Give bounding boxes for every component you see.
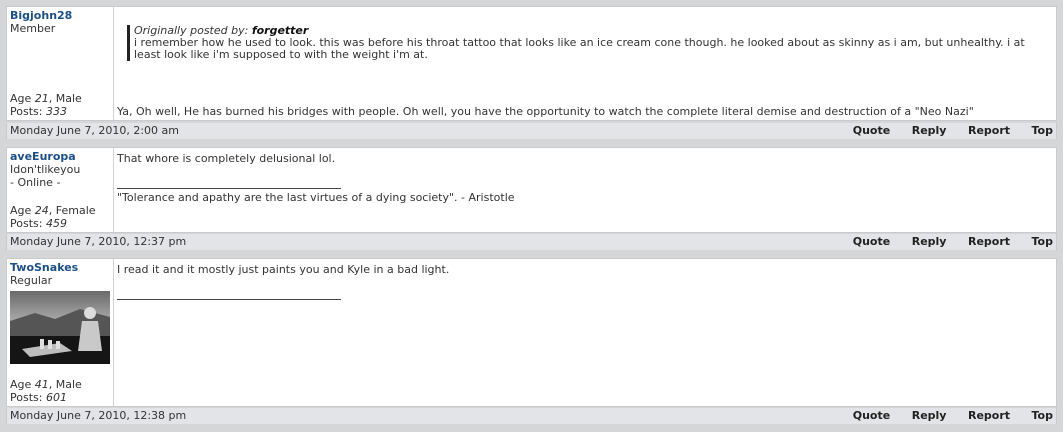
gender: , Female xyxy=(48,204,96,217)
reply-button[interactable]: Reply xyxy=(912,124,947,137)
post-actions: Quote Reply Report Top xyxy=(835,408,1053,424)
post-actions: Quote Reply Report Top xyxy=(835,234,1053,250)
signature-divider xyxy=(117,188,341,189)
top-button[interactable]: Top xyxy=(1032,409,1053,422)
post-message: That whore is completely delusional lol. xyxy=(117,152,336,165)
user-info: aveEuropa Idon'tlikeyou - Online - Age 2… xyxy=(7,148,114,232)
post-actions: Quote Reply Report Top xyxy=(835,123,1053,139)
signature: "Tolerance and apathy are the last virtu… xyxy=(117,191,515,204)
avatar[interactable] xyxy=(10,291,110,364)
user-info: Bigjohn28 Member Age 21, Male Posts: 333 xyxy=(7,7,114,120)
user-title: Member xyxy=(10,22,56,35)
age-value: 41 xyxy=(34,378,49,391)
age-value: 21 xyxy=(34,92,49,105)
quote-block: Originally posted by: forgetter i rememb… xyxy=(127,25,1050,61)
quote-text: i remember how he used to look. this was… xyxy=(134,36,1025,61)
post-date: Monday June 7, 2010, 2:00 am xyxy=(10,124,180,137)
top-button[interactable]: Top xyxy=(1032,124,1053,137)
post-footer: Monday June 7, 2010, 2:00 am Quote Reply… xyxy=(6,123,1057,139)
post-footer: Monday June 7, 2010, 12:37 pm Quote Repl… xyxy=(6,234,1057,250)
age-value: 24 xyxy=(34,204,49,217)
post-2: aveEuropa Idon'tlikeyou - Online - Age 2… xyxy=(6,147,1057,233)
posts-label: Posts: xyxy=(10,391,43,404)
username-link[interactable]: Bigjohn28 xyxy=(10,9,113,22)
age-label: Age xyxy=(10,378,32,391)
user-title: Regular xyxy=(10,274,53,287)
post-body: That whore is completely delusional lol.… xyxy=(117,148,1050,232)
quote-button[interactable]: Quote xyxy=(853,235,890,248)
reply-button[interactable]: Reply xyxy=(912,409,947,422)
post-date: Monday June 7, 2010, 12:38 pm xyxy=(10,409,187,422)
post-body: I read it and it mostly just paints you … xyxy=(117,259,1050,406)
post-message: Ya, Oh well, He has burned his bridges w… xyxy=(117,105,974,118)
top-button[interactable]: Top xyxy=(1032,235,1053,248)
post-count: 333 xyxy=(45,105,67,118)
post-count: 459 xyxy=(45,217,67,230)
signature-divider xyxy=(117,299,341,300)
user-stats: Age 41, Male Posts: 601 xyxy=(10,378,82,404)
user-stats: Age 24, Female Posts: 459 xyxy=(10,204,96,230)
online-status: - Online - xyxy=(10,176,61,189)
username-link[interactable]: aveEuropa xyxy=(10,150,113,163)
post-message: I read it and it mostly just paints you … xyxy=(117,263,450,276)
user-title: Idon'tlikeyou xyxy=(10,163,81,176)
user-stats: Age 21, Male Posts: 333 xyxy=(10,92,82,118)
avatar-image xyxy=(10,291,110,364)
user-info: TwoSnakes Regular Age 41, Male Posts: 60… xyxy=(7,259,114,406)
quote-button[interactable]: Quote xyxy=(853,124,890,137)
reply-button[interactable]: Reply xyxy=(912,235,947,248)
post-count: 601 xyxy=(45,391,67,404)
gender: , Male xyxy=(48,378,82,391)
report-button[interactable]: Report xyxy=(968,124,1010,137)
quote-button[interactable]: Quote xyxy=(853,409,890,422)
gender: , Male xyxy=(48,92,82,105)
post-body: Originally posted by: forgetter i rememb… xyxy=(117,7,1050,120)
username-link[interactable]: TwoSnakes xyxy=(10,261,113,274)
posts-label: Posts: xyxy=(10,217,43,230)
post-date: Monday June 7, 2010, 12:37 pm xyxy=(10,235,187,248)
post-3: TwoSnakes Regular Age 41, Male Posts: 60… xyxy=(6,258,1057,407)
posts-label: Posts: xyxy=(10,105,43,118)
age-label: Age xyxy=(10,92,32,105)
post-1: Bigjohn28 Member Age 21, Male Posts: 333… xyxy=(6,6,1057,121)
post-footer: Monday June 7, 2010, 12:38 pm Quote Repl… xyxy=(6,408,1057,424)
age-label: Age xyxy=(10,204,32,217)
report-button[interactable]: Report xyxy=(968,409,1010,422)
report-button[interactable]: Report xyxy=(968,235,1010,248)
